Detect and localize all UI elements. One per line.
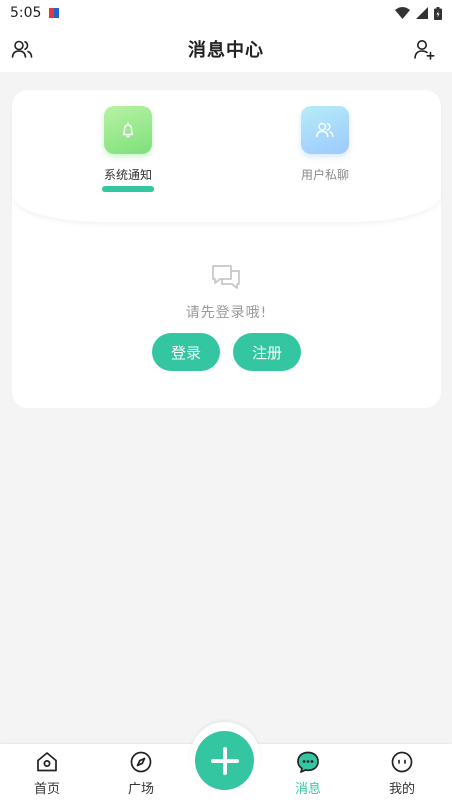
register-button[interactable]: 注册: [233, 333, 301, 371]
nav-label-plaza: 广场: [127, 782, 154, 797]
active-tab-indicator: [102, 186, 154, 192]
add-user-icon: [414, 40, 435, 60]
nav-label-mine: 我的: [388, 782, 415, 797]
status-bar: 5:05: [0, 0, 452, 26]
private-chat-tile: [301, 106, 349, 154]
notification-icon: [49, 8, 60, 18]
signal-icon: [416, 7, 428, 19]
page-title: 消息中心: [188, 40, 264, 61]
status-time: 5:05: [10, 5, 42, 21]
message-icon: [297, 751, 319, 773]
tab-private-chat[interactable]: 用户私聊: [275, 106, 375, 182]
nav-item-messages[interactable]: 消息: [278, 750, 338, 797]
battery-icon: [434, 6, 442, 20]
message-card: 系统通知 用户私聊 请先登录哦! 登录 注册: [12, 90, 441, 408]
compass-icon: [130, 751, 152, 773]
status-icons: [395, 6, 442, 20]
tab-system-notice[interactable]: 系统通知: [78, 106, 178, 192]
nav-label-messages: 消息: [294, 782, 321, 797]
nav-item-plaza[interactable]: 广场: [111, 750, 171, 797]
wifi-icon: [395, 7, 410, 19]
contacts-icon: [11, 40, 33, 58]
tab-private-chat-label: 用户私聊: [300, 168, 349, 182]
chat-bubbles-icon: [210, 263, 242, 295]
login-prompt-text: 请先登录哦!: [185, 305, 268, 321]
nav-label-home: 首页: [33, 782, 60, 797]
system-notice-tile: [104, 106, 152, 154]
bell-icon: [122, 122, 134, 138]
create-post-button[interactable]: [195, 731, 254, 790]
face-icon: [391, 751, 413, 773]
add-friend-button[interactable]: [412, 37, 436, 61]
app-header: 消息中心: [0, 26, 452, 72]
contacts-button[interactable]: [10, 37, 34, 61]
plus-icon: [210, 746, 239, 775]
nav-item-home[interactable]: 首页: [17, 750, 77, 797]
home-icon: [37, 752, 57, 772]
message-tabs: 系统通知 用户私聊: [12, 90, 441, 222]
login-button[interactable]: 登录: [152, 333, 220, 371]
tab-system-notice-label: 系统通知: [103, 168, 152, 182]
users-icon: [316, 122, 334, 138]
nav-item-mine[interactable]: 我的: [372, 750, 432, 797]
